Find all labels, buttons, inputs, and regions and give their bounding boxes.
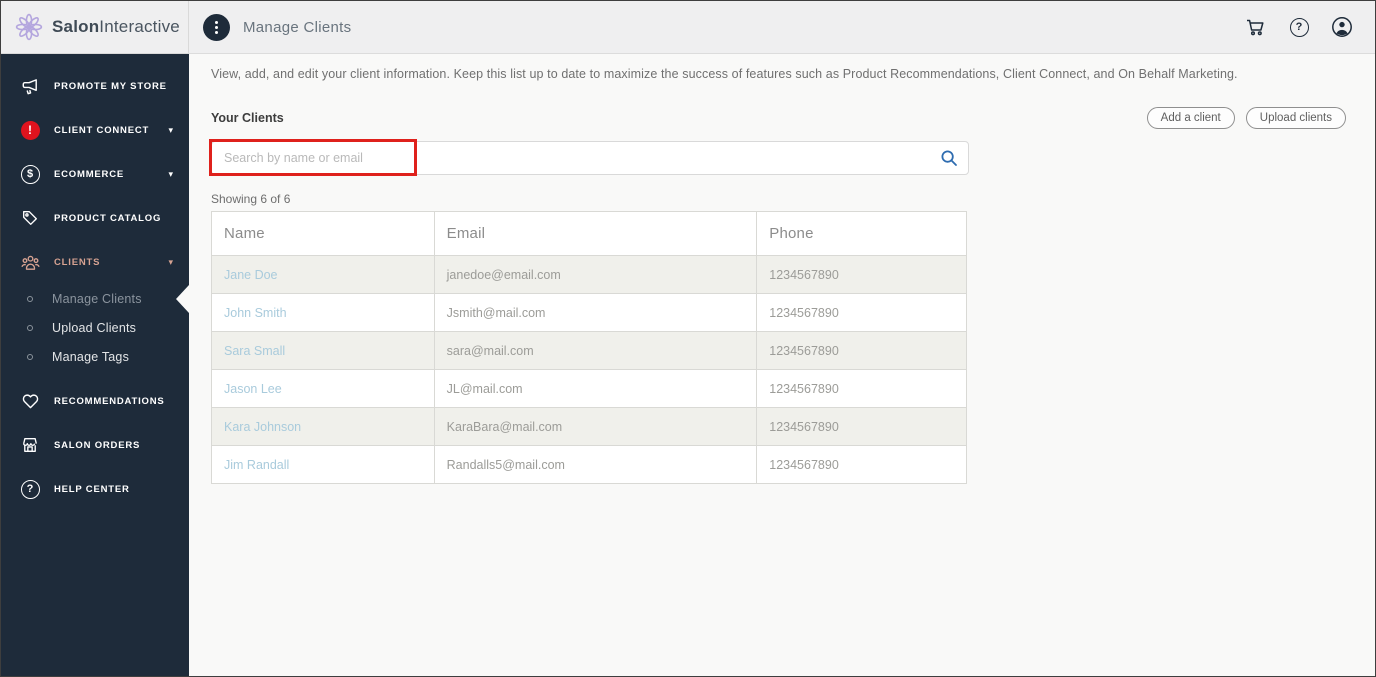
client-email: janedoe@email.com <box>433 255 758 294</box>
brand-logo[interactable]: SalonInteractive <box>1 1 189 54</box>
add-client-button[interactable]: Add a client <box>1146 107 1235 129</box>
clients-table: Name Email Phone Jane Doe janedoe@email.… <box>211 211 967 484</box>
chevron-down-icon[interactable]: ▾ <box>168 125 173 136</box>
sidebar-item-recommendations[interactable]: RECOMMENDATIONS <box>1 379 189 423</box>
client-name-link[interactable]: John Smith <box>224 306 287 320</box>
sidebar-item-salon-orders[interactable]: SALON ORDERS <box>1 423 189 467</box>
sidebar-toggle-button[interactable] <box>203 13 230 41</box>
showing-count: Showing 6 of 6 <box>211 192 291 206</box>
sidebar-subitem-label: Upload Clients <box>52 320 137 335</box>
client-phone: 1234567890 <box>756 293 967 332</box>
app-window: SalonInteractive PROMOTE MY STORE ! CLIE… <box>0 0 1376 677</box>
table-row: Sara Small sara@mail.com 1234567890 <box>211 331 967 370</box>
brand-name: SalonInteractive <box>52 17 180 36</box>
sidebar-item-label: PRODUCT CATALOG <box>54 212 162 224</box>
client-phone: 1234567890 <box>756 369 967 408</box>
client-phone: 1234567890 <box>756 445 967 484</box>
client-email: Jsmith@mail.com <box>433 293 758 332</box>
active-item-notch <box>176 284 189 313</box>
tag-icon <box>19 208 41 228</box>
search-bar <box>209 139 969 176</box>
help-icon[interactable]: ? <box>1288 16 1310 38</box>
sidebar-subitem-manage-tags[interactable]: Manage Tags <box>1 342 189 371</box>
table-header-row: Name Email Phone <box>211 211 967 256</box>
topbar-icons: ? <box>1245 16 1353 38</box>
dollar-icon: $ <box>19 164 41 184</box>
account-icon[interactable] <box>1331 16 1353 38</box>
client-email: KaraBara@mail.com <box>433 407 758 446</box>
client-phone: 1234567890 <box>756 331 967 370</box>
question-icon: ? <box>19 479 41 499</box>
sidebar-item-clients[interactable]: CLIENTS ▾ <box>1 240 189 284</box>
page-title: Manage Clients <box>243 18 352 36</box>
table-row: Jim Randall Randalls5@mail.com 123456789… <box>211 445 967 484</box>
sidebar-item-label: SALON ORDERS <box>54 439 141 451</box>
sidebar-item-label: ECOMMERCE <box>54 168 125 180</box>
sidebar-item-label: CLIENTS <box>54 256 101 268</box>
megaphone-icon <box>19 76 41 96</box>
alert-icon: ! <box>19 120 41 140</box>
sidebar-subitem-label: Manage Tags <box>52 349 130 364</box>
client-name-link[interactable]: Jane Doe <box>224 268 278 282</box>
column-header-name: Name <box>211 211 435 256</box>
search-icon[interactable] <box>940 149 958 167</box>
sidebar-item-label: HELP CENTER <box>54 483 130 495</box>
client-name-link[interactable]: Kara Johnson <box>224 420 301 434</box>
sidebar-nav: PROMOTE MY STORE ! CLIENT CONNECT ▾ $ EC… <box>1 54 189 511</box>
sidebar-item-help-center[interactable]: ? HELP CENTER <box>1 467 189 511</box>
main-content: View, add, and edit your client informat… <box>189 55 1375 676</box>
heart-icon <box>19 391 41 411</box>
upload-clients-button[interactable]: Upload clients <box>1245 107 1346 129</box>
page-description: View, add, and edit your client informat… <box>211 67 1238 81</box>
people-icon <box>19 252 41 272</box>
client-name-link[interactable]: Jim Randall <box>224 458 289 472</box>
client-phone: 1234567890 <box>756 255 967 294</box>
sidebar-item-promote-my-store[interactable]: PROMOTE MY STORE <box>1 64 189 108</box>
kebab-menu-icon <box>215 20 218 34</box>
sidebar-subitem-upload-clients[interactable]: Upload Clients <box>1 313 189 342</box>
chevron-down-icon[interactable]: ▾ <box>168 169 173 180</box>
table-row: John Smith Jsmith@mail.com 1234567890 <box>211 293 967 332</box>
sidebar-item-product-catalog[interactable]: PRODUCT CATALOG <box>1 196 189 240</box>
table-row: Jane Doe janedoe@email.com 1234567890 <box>211 255 967 294</box>
client-email: sara@mail.com <box>433 331 758 370</box>
search-input[interactable] <box>211 141 969 175</box>
topbar: Manage Clients ? <box>189 1 1375 54</box>
client-email: Randalls5@mail.com <box>433 445 758 484</box>
sidebar-item-ecommerce[interactable]: $ ECOMMERCE ▾ <box>1 152 189 196</box>
storefront-icon <box>19 435 41 455</box>
client-email: JL@mail.com <box>433 369 758 408</box>
bullet-icon <box>27 353 33 360</box>
bullet-icon <box>27 295 33 302</box>
chevron-down-icon[interactable]: ▾ <box>168 257 173 268</box>
bullet-icon <box>27 324 33 331</box>
client-phone: 1234567890 <box>756 407 967 446</box>
client-name-link[interactable]: Sara Small <box>224 344 285 358</box>
sidebar-item-label: PROMOTE MY STORE <box>54 80 167 92</box>
sidebar-item-label: CLIENT CONNECT <box>54 124 150 136</box>
column-header-email: Email <box>433 211 758 256</box>
flower-logo-icon <box>15 13 43 41</box>
sidebar-item-label: RECOMMENDATIONS <box>54 395 165 407</box>
sidebar: SalonInteractive PROMOTE MY STORE ! CLIE… <box>1 1 189 676</box>
client-name-link[interactable]: Jason Lee <box>224 382 282 396</box>
column-header-phone: Phone <box>756 211 967 256</box>
table-row: Jason Lee JL@mail.com 1234567890 <box>211 369 967 408</box>
sidebar-subitem-manage-clients[interactable]: Manage Clients <box>1 284 189 313</box>
table-row: Kara Johnson KaraBara@mail.com 123456789… <box>211 407 967 446</box>
sidebar-item-client-connect[interactable]: ! CLIENT CONNECT ▾ <box>1 108 189 152</box>
cart-icon[interactable] <box>1245 16 1267 38</box>
sidebar-subitem-label: Manage Clients <box>52 291 142 306</box>
section-title: Your Clients <box>211 111 284 125</box>
